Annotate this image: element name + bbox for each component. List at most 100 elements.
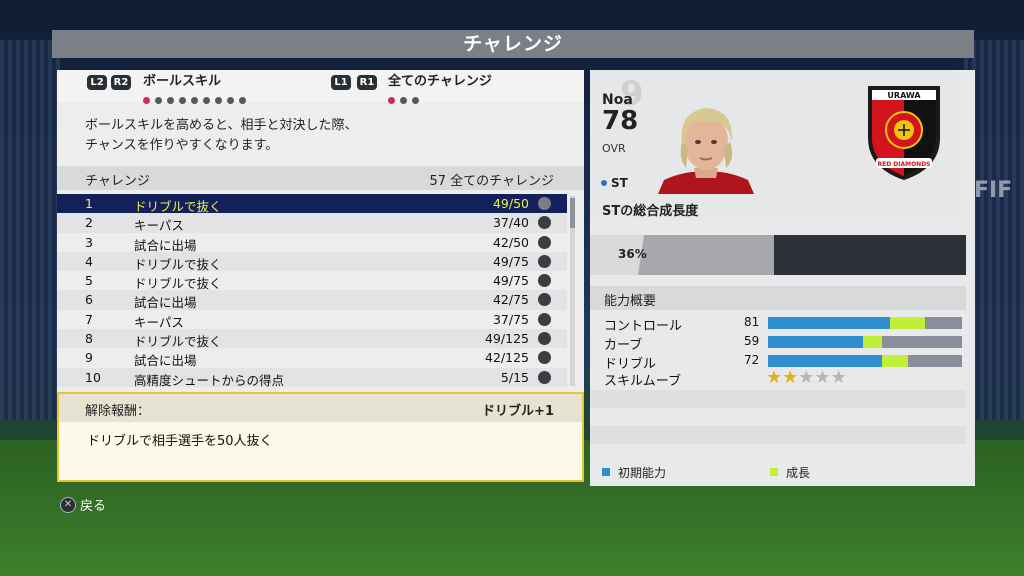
category-label-all-challenges[interactable]: 全てのチャレンジ xyxy=(388,70,492,89)
challenge-number: 8 xyxy=(85,331,93,347)
challenge-name: ドリブルで抜く xyxy=(134,334,222,350)
stat-bar-base xyxy=(768,317,891,329)
challenge-number: 2 xyxy=(85,215,93,231)
challenge-row[interactable]: 5 ドリブルで抜く 49/75 xyxy=(57,271,567,291)
description-line-2: チャンスを作りやすくなります。 xyxy=(85,138,279,153)
legend-base-swatch xyxy=(602,468,610,476)
challenge-row[interactable]: 8 ドリブルで抜く 49/125 xyxy=(57,329,567,350)
stat-value: 59 xyxy=(744,334,760,348)
challenge-name: 試合に出場 xyxy=(134,237,197,253)
abilities-header: 能力概要 xyxy=(590,286,966,310)
challenge-row[interactable]: 6 試合に出場 42/75 xyxy=(57,290,567,311)
page-dot xyxy=(155,97,162,104)
challenge-number: 3 xyxy=(85,234,93,250)
challenge-progress: 5/15 xyxy=(500,369,529,385)
ball-skill-page-dots xyxy=(143,89,251,104)
challenge-panel: L2 R2 ボールスキル L1 R1 全てのチャレンジ ボールスキルを高めると、… xyxy=(57,70,584,482)
page-dot xyxy=(400,97,407,104)
growth-progress-bar: 36% xyxy=(590,235,966,275)
challenge-row[interactable]: 4 ドリブルで抜く 49/75 xyxy=(57,251,567,272)
empty-stat-row xyxy=(590,426,966,444)
page-dot xyxy=(191,97,198,104)
page-dot xyxy=(167,97,174,104)
legend-growth-label: 成長 xyxy=(786,466,811,480)
page-dot xyxy=(203,97,210,104)
reward-header: 解除報酬： ドリブル+1 xyxy=(59,394,582,422)
stat-value: 81 xyxy=(744,315,760,329)
star-icon: ★ xyxy=(766,367,783,388)
badge-bottom-text: RED DIAMONDS xyxy=(877,161,930,168)
page-dot xyxy=(239,97,246,104)
page-title: チャレンジ xyxy=(52,30,974,58)
challenge-progress: 37/40 xyxy=(492,215,529,231)
challenge-row[interactable]: 1 ドリブルで抜く 49/50 xyxy=(57,194,567,214)
legend-base-label: 初期能力 xyxy=(618,466,667,480)
challenge-row[interactable]: 10 高精度シュートからの得点 5/15 xyxy=(57,367,567,388)
stat-bar-growth xyxy=(863,336,883,348)
category-bar: L2 R2 ボールスキル L1 R1 全てのチャレンジ xyxy=(57,70,584,104)
stat-bar xyxy=(768,336,962,348)
ability-legend: 初期能力 成長 xyxy=(590,462,966,482)
category-label-ball-skill[interactable]: ボールスキル xyxy=(143,70,221,89)
challenge-row[interactable]: 2 キーパス 37/40 xyxy=(57,213,567,234)
challenge-progress: 42/125 xyxy=(485,350,529,366)
list-header-count: 57 全てのチャレンジ xyxy=(429,174,554,189)
player-ovr: 78 xyxy=(602,106,639,136)
star-icon: ★ xyxy=(782,367,799,388)
challenge-name: 高精度シュートからの得点 xyxy=(134,372,285,388)
challenge-number: 5 xyxy=(85,273,93,289)
challenge-name: 試合に出場 xyxy=(134,295,197,311)
challenge-list-scrollbar[interactable] xyxy=(570,196,575,386)
challenge-row[interactable]: 3 試合に出場 42/50 xyxy=(57,233,567,253)
l1-button[interactable]: L1 xyxy=(331,75,351,90)
challenge-name: キーパス xyxy=(134,314,184,330)
stat-bar xyxy=(768,317,962,329)
challenge-row[interactable]: 9 試合に出場 42/125 xyxy=(57,348,567,368)
stat-bar-growth xyxy=(882,355,908,367)
challenge-number: 4 xyxy=(85,253,93,269)
growth-label: STの総合成長度 xyxy=(602,204,699,219)
r1-button[interactable]: R1 xyxy=(357,75,377,90)
ability-stat-row: コントロール 81 xyxy=(590,314,966,334)
challenge-status-icon xyxy=(538,312,551,326)
skill-moves-label: スキルムーブ xyxy=(604,374,681,389)
challenge-progress: 37/75 xyxy=(492,311,529,327)
challenge-progress: 42/50 xyxy=(492,234,529,250)
challenge-name: ドリブルで抜く xyxy=(134,199,222,214)
challenge-number: 7 xyxy=(85,311,93,327)
cross-button-icon: ✕ xyxy=(60,497,76,513)
abilities-header-label: 能力概要 xyxy=(604,294,657,309)
challenge-status-icon xyxy=(538,293,551,307)
reward-text: ドリブルで相手選手を50人抜く xyxy=(87,434,273,449)
reward-value: ドリブル+1 xyxy=(482,404,554,419)
challenge-progress: 49/125 xyxy=(485,331,529,347)
challenge-status-icon xyxy=(538,351,551,365)
skill-moves-row: スキルムーブ ★★★★★ xyxy=(590,367,966,389)
reward-label: 解除報酬： xyxy=(85,404,151,419)
challenge-row[interactable]: 7 キーパス 37/75 xyxy=(57,310,567,330)
challenge-status-icon xyxy=(538,332,551,346)
growth-percent: 36% xyxy=(618,247,647,261)
all-challenges-page-dots xyxy=(388,89,424,104)
skill-moves-stars: ★★★★★ xyxy=(766,367,847,388)
stat-value: 72 xyxy=(744,353,760,367)
r2-button[interactable]: R2 xyxy=(111,75,131,90)
stadium-background-left xyxy=(0,40,60,420)
star-icon: ★ xyxy=(814,367,831,388)
stat-name: コントロール xyxy=(604,319,683,334)
scrollbar-thumb[interactable] xyxy=(570,198,575,228)
challenge-list: 1 ドリブルで抜く 49/50 2 キーパス 37/40 3 試合に出場 42/50 4 ドリブルで… xyxy=(57,194,567,388)
page-dot xyxy=(215,97,222,104)
l2-button[interactable]: L2 xyxy=(87,75,107,90)
star-icon: ★ xyxy=(798,367,815,388)
challenge-name: キーパス xyxy=(134,218,184,234)
page-dot xyxy=(388,97,395,104)
fifa-watermark: FIF xyxy=(974,178,1013,203)
challenge-progress: 49/75 xyxy=(492,273,529,289)
player-ovr-label: OVR xyxy=(602,142,626,155)
growth-progress-next xyxy=(638,235,775,275)
description-line-1: ボールスキルを高めると、相手と対決した際、 xyxy=(85,118,358,133)
empty-stat-row xyxy=(590,390,966,408)
stat-bar-base xyxy=(768,336,864,348)
star-icon: ★ xyxy=(830,367,847,388)
